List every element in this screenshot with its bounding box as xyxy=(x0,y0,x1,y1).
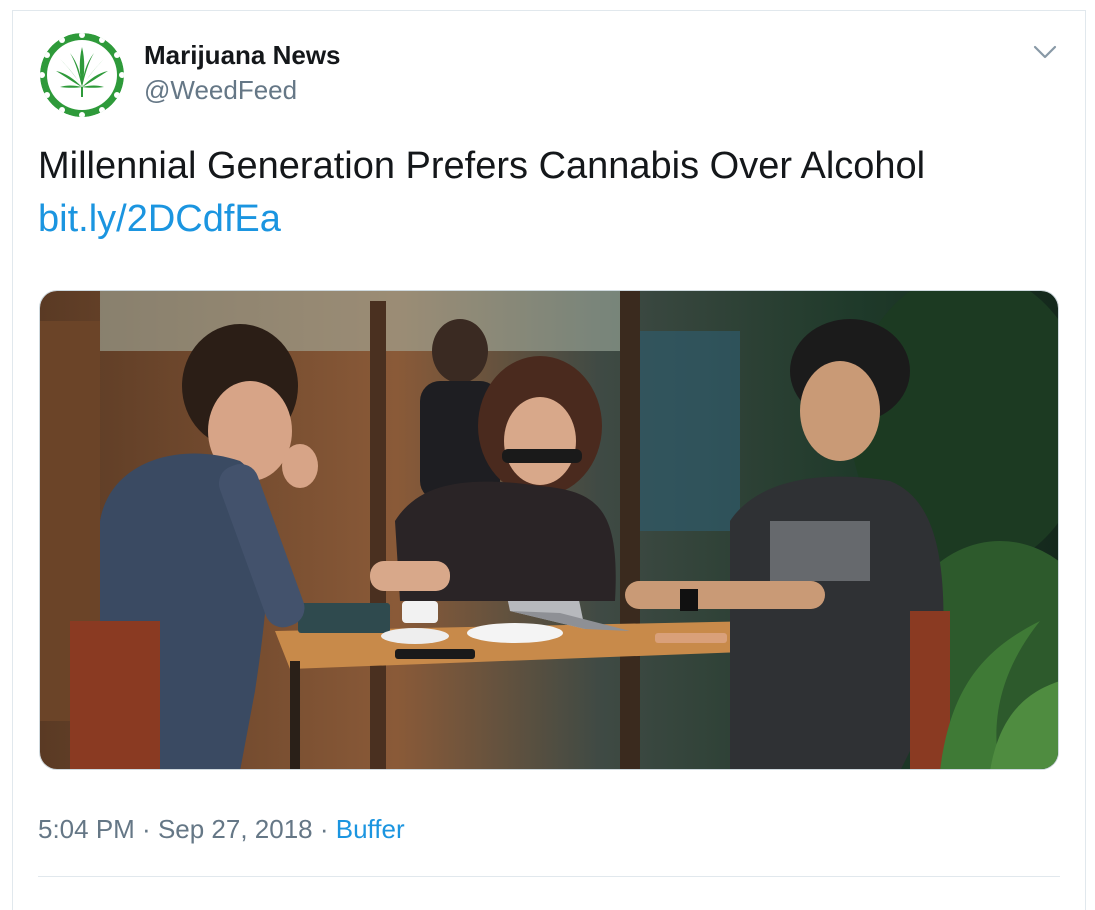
tweet-source[interactable]: Buffer xyxy=(336,814,405,844)
tweet-date[interactable]: Sep 27, 2018 xyxy=(158,814,313,844)
author-handle[interactable]: @WeedFeed xyxy=(144,75,297,106)
tweet-photo[interactable] xyxy=(39,290,1059,770)
tweet-link[interactable]: bit.ly/2DCdfEa xyxy=(38,195,281,243)
author-avatar[interactable] xyxy=(40,33,124,117)
cannabis-leaf-icon xyxy=(40,33,124,117)
tweet-text: Millennial Generation Prefers Cannabis O… xyxy=(38,145,926,187)
divider xyxy=(38,876,1060,877)
meta-separator: · xyxy=(134,814,158,844)
chevron-down-icon[interactable] xyxy=(1030,40,1060,64)
tweet-time[interactable]: 5:04 PM xyxy=(38,814,135,844)
meta-separator: · xyxy=(312,814,336,844)
author-name[interactable]: Marijuana News xyxy=(144,40,341,71)
tweet-meta: 5:04 PM · Sep 27, 2018 · Buffer xyxy=(38,814,405,845)
